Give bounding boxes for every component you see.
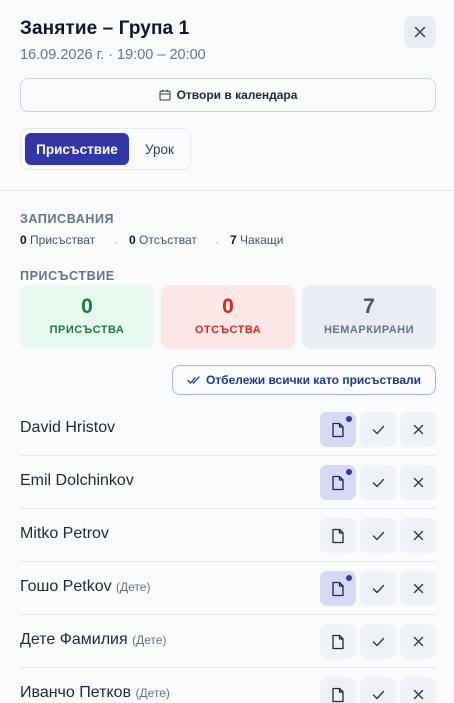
student-row: Иванчо Петков (Дете) — [20, 668, 436, 703]
close-icon — [414, 26, 426, 38]
student-name-cell: Emil Dolchinkov — [20, 472, 134, 490]
note-icon — [332, 475, 344, 490]
mark-absent-button[interactable] — [400, 624, 436, 659]
absent-label: ОТСЪСТВА — [194, 324, 262, 336]
mark-absent-button[interactable] — [400, 412, 436, 447]
mark-present-button[interactable] — [360, 624, 396, 659]
student-row: David Hristov — [20, 403, 436, 456]
unmarked-label: НЕМАРКИРАНИ — [323, 324, 414, 336]
x-icon — [413, 583, 423, 594]
enrolled-present-label: Присъстват — [30, 233, 96, 247]
x-icon — [413, 636, 423, 647]
mark-present-button[interactable] — [360, 571, 396, 606]
absent-stat-card: 0 ОТСЪСТВА — [161, 285, 295, 349]
note-indicator-dot — [346, 416, 352, 422]
tab-lesson[interactable]: Урок — [137, 133, 182, 165]
note-button[interactable] — [320, 465, 356, 500]
mark-present-button[interactable] — [360, 465, 396, 500]
note-button[interactable] — [320, 571, 356, 606]
check-icon — [372, 637, 384, 646]
mark-present-button[interactable] — [360, 518, 396, 553]
calendar-icon — [159, 89, 171, 101]
close-button[interactable] — [404, 16, 436, 48]
student-name-cell: Дете Фамилия (Дете) — [20, 631, 167, 649]
note-button[interactable] — [320, 624, 356, 659]
note-icon — [332, 581, 344, 596]
enroll-separator: · — [215, 235, 219, 249]
student-name-cell: Иванчо Петков (Дете) — [20, 684, 170, 702]
note-icon — [332, 634, 344, 649]
enrollments-heading: ЗАПИСВАНИЯ — [20, 212, 115, 226]
student-name: Mitko Petrov — [20, 525, 109, 542]
note-button[interactable] — [320, 518, 356, 553]
enrolled-absent-label: Отсъстват — [139, 233, 197, 247]
note-icon — [332, 528, 344, 543]
student-row: Гошо Petkov (Дете) — [20, 562, 436, 615]
child-tag: (Дете) — [135, 686, 170, 700]
page-title: Занятие – Група 1 — [20, 18, 190, 39]
enrolled-waiting: 7 Чакащи — [230, 233, 283, 247]
enroll-separator: · — [114, 235, 118, 249]
note-icon — [332, 422, 344, 437]
absent-count: 0 — [222, 295, 234, 318]
check-icon — [372, 584, 384, 593]
mark-present-button[interactable] — [360, 412, 396, 447]
mark-all-present-button[interactable]: Отбележи всички като присъствали — [172, 365, 436, 395]
check-icon — [372, 478, 384, 487]
enrolled-present: 0 Присъстват — [20, 233, 95, 247]
student-row: Mitko Petrov — [20, 509, 436, 562]
student-name-cell: Гошо Petkov (Дете) — [20, 578, 150, 596]
mark-absent-button[interactable] — [400, 518, 436, 553]
x-icon — [413, 530, 423, 541]
student-name-cell: David Hristov — [20, 419, 115, 437]
section-divider — [0, 190, 454, 191]
tab-attendance[interactable]: Присъствие — [25, 133, 129, 165]
child-tag: (Дете) — [116, 580, 151, 594]
mark-absent-button[interactable] — [400, 677, 436, 703]
note-indicator-dot — [346, 469, 352, 475]
enrolled-present-count: 0 — [20, 233, 27, 247]
enrolled-waiting-count: 7 — [230, 233, 237, 247]
student-name: Иванчо Петков — [20, 684, 132, 701]
check-icon — [372, 531, 384, 540]
x-icon — [413, 477, 423, 488]
mark-all-present-label: Отбележи всички като присъствали — [205, 373, 422, 387]
x-icon — [413, 689, 423, 700]
x-icon — [413, 424, 423, 435]
student-name: David Hristov — [20, 419, 116, 436]
enrolled-waiting-label: Чакащи — [240, 233, 284, 247]
present-stat-card: 0 ПРИСЪСТВА — [20, 285, 154, 349]
mark-absent-button[interactable] — [400, 465, 436, 500]
student-name: Emil Dolchinkov — [20, 472, 134, 489]
note-indicator-dot — [346, 575, 352, 581]
mark-absent-button[interactable] — [400, 571, 436, 606]
open-in-calendar-label: Отвори в календара — [176, 88, 298, 102]
enrolled-absent: 0 Отсъстват — [129, 233, 197, 247]
student-name-cell: Mitko Petrov — [20, 525, 109, 543]
tab-bar: Присъствие Урок — [20, 128, 191, 170]
check-icon — [372, 425, 384, 434]
note-icon — [332, 687, 344, 702]
note-button[interactable] — [320, 677, 356, 703]
session-datetime: 16.09.2026 г. · 19:00 – 20:00 — [20, 47, 206, 63]
child-tag: (Дете) — [132, 633, 167, 647]
open-in-calendar-button[interactable]: Отвори в календара — [20, 78, 436, 112]
student-name: Дете Фамилия — [20, 631, 128, 648]
enrolled-absent-count: 0 — [129, 233, 136, 247]
note-button[interactable] — [320, 412, 356, 447]
student-row: Emil Dolchinkov — [20, 456, 436, 509]
student-row: Дете Фамилия (Дете) — [20, 615, 436, 668]
present-label: ПРИСЪСТВА — [49, 324, 125, 336]
check-icon — [372, 690, 384, 699]
present-count: 0 — [81, 295, 93, 318]
mark-present-button[interactable] — [360, 677, 396, 703]
student-name: Гошо Petkov — [20, 578, 112, 595]
attendance-heading: ПРИСЪСТВИЕ — [20, 269, 115, 283]
double-check-icon — [187, 376, 200, 384]
session-panel: Занятие – Група 1 16.09.2026 г. · 19:00 … — [0, 0, 454, 703]
unmarked-stat-card: 7 НЕМАРКИРАНИ — [302, 285, 436, 349]
unmarked-count: 7 — [363, 295, 375, 318]
